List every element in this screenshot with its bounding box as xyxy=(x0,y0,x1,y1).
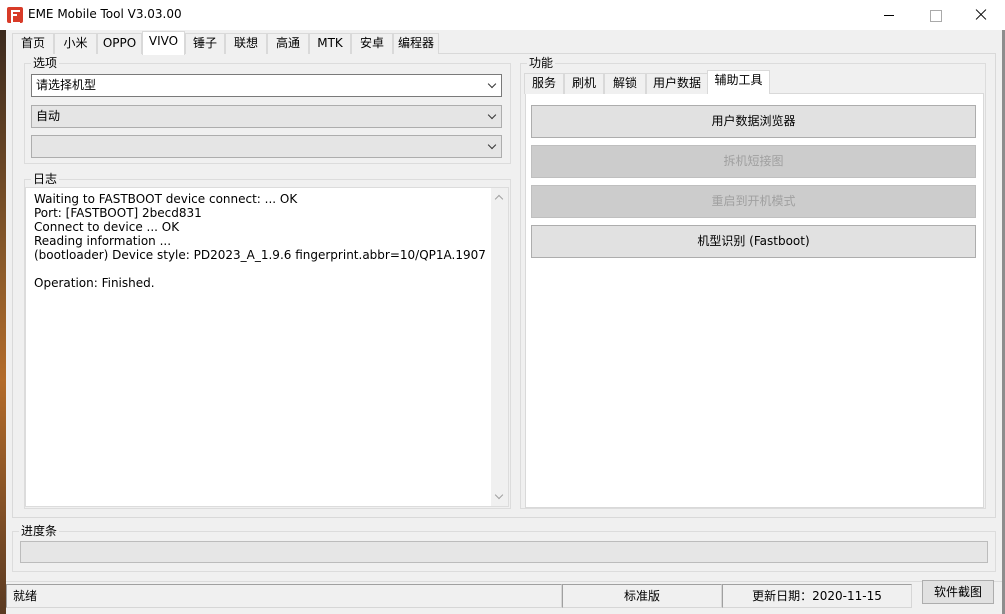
log-line: Waiting to FASTBOOT device connect: ... … xyxy=(34,192,298,206)
mode-select-value: 自动 xyxy=(36,109,61,123)
model-identify-fastboot-button[interactable]: 机型识别 (Fastboot) xyxy=(531,225,976,258)
title-bar: EME Mobile Tool V3.03.00 xyxy=(0,0,1005,30)
close-button[interactable] xyxy=(958,0,1004,30)
log-content: Waiting to FASTBOOT device connect: ... … xyxy=(34,192,486,290)
update-date-label: 更新日期：2020-11-15 xyxy=(722,584,912,608)
tab-xiaomi[interactable]: 小米 xyxy=(54,33,97,54)
log-group-title: 日志 xyxy=(31,172,60,186)
window-title: EME Mobile Tool V3.03.00 xyxy=(28,7,182,21)
status-bar: 就绪 标准版 更新日期：2020-11-15 xyxy=(6,581,1002,614)
mode-select[interactable]: 自动 xyxy=(31,105,502,128)
desktop-background xyxy=(0,30,6,614)
functions-group-title: 功能 xyxy=(527,56,556,70)
tab-aux-tools[interactable]: 辅助工具 xyxy=(707,70,770,94)
reboot-to-normal-button[interactable]: 重启到开机模式 xyxy=(531,185,976,218)
tab-qualcomm[interactable]: 高通 xyxy=(267,33,309,54)
tab-unlock[interactable]: 解锁 xyxy=(604,73,646,94)
progress-bar xyxy=(20,541,988,563)
teardown-short-diagram-button[interactable]: 拆机短接图 xyxy=(531,145,976,178)
log-line: Port: [FASTBOOT] 2becd831 xyxy=(34,206,202,220)
minimize-button[interactable] xyxy=(866,0,912,30)
tab-programmer[interactable]: 编程器 xyxy=(393,33,439,54)
model-select[interactable]: 请选择机型 xyxy=(31,74,502,97)
scroll-down-icon[interactable] xyxy=(494,490,504,500)
tab-smartisan[interactable]: 锤子 xyxy=(185,33,225,54)
log-line: Connect to device ... OK xyxy=(34,220,180,234)
screenshot-button[interactable]: 软件截图 xyxy=(922,580,994,604)
tab-android[interactable]: 安卓 xyxy=(351,33,393,54)
model-select-value: 请选择机型 xyxy=(36,78,97,92)
tab-mtk[interactable]: MTK xyxy=(309,33,351,54)
options-group-title: 选项 xyxy=(31,56,60,70)
log-line: Reading information ... xyxy=(34,234,172,248)
progress-group-title: 进度条 xyxy=(19,524,60,538)
tab-vivo[interactable]: VIVO xyxy=(142,31,185,55)
edition-label: 标准版 xyxy=(562,584,722,608)
log-line: Operation: Finished. xyxy=(34,276,155,290)
log-scrollbar[interactable] xyxy=(491,188,508,506)
status-text: 就绪 xyxy=(6,584,562,608)
log-textarea[interactable]: Waiting to FASTBOOT device connect: ... … xyxy=(25,187,509,507)
log-line: (bootloader) Device style: PD2023_A_1.9.… xyxy=(34,248,486,262)
secondary-select[interactable] xyxy=(31,135,502,158)
tab-user-data[interactable]: 用户数据 xyxy=(646,73,708,94)
tab-lenovo[interactable]: 联想 xyxy=(225,33,267,54)
user-data-browser-button[interactable]: 用户数据浏览器 xyxy=(531,105,976,138)
tab-service[interactable]: 服务 xyxy=(524,73,564,94)
chevron-down-icon xyxy=(487,140,497,150)
chevron-down-icon xyxy=(487,110,497,120)
scroll-up-icon[interactable] xyxy=(494,194,504,204)
app-logo-icon xyxy=(7,7,23,24)
chevron-down-icon xyxy=(487,79,497,89)
tab-flash[interactable]: 刷机 xyxy=(564,73,604,94)
tab-oppo[interactable]: OPPO xyxy=(97,33,142,54)
maximize-button[interactable] xyxy=(912,0,958,30)
tab-home[interactable]: 首页 xyxy=(12,33,54,54)
